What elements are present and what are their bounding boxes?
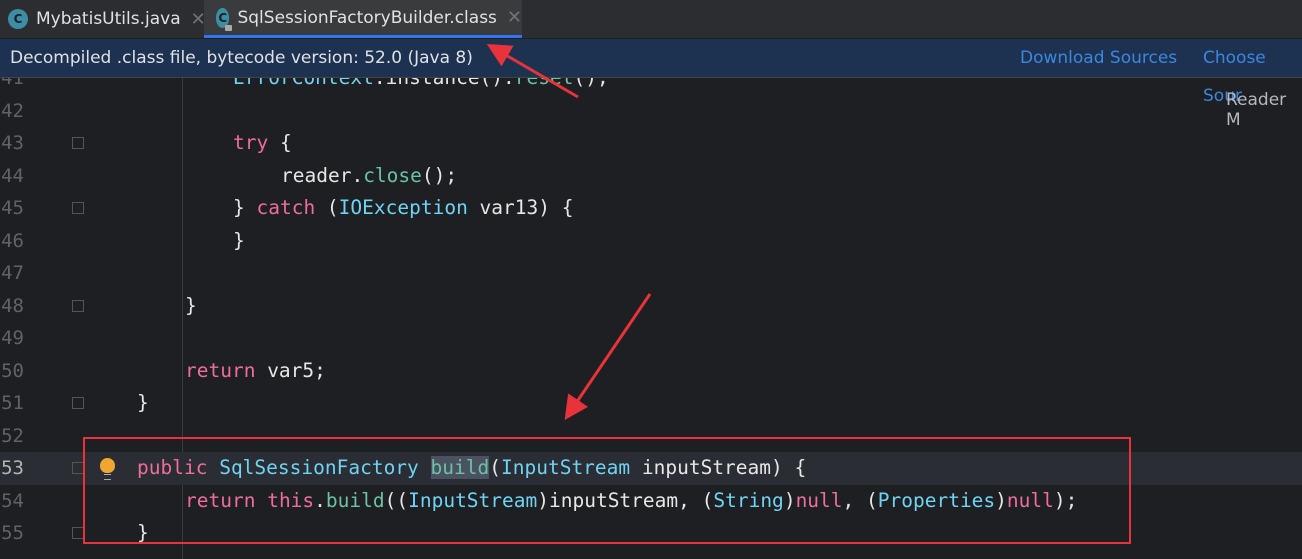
arrow-to-method (564, 293, 652, 420)
arrow-to-tab (486, 43, 579, 99)
annotation-arrows (486, 43, 652, 420)
